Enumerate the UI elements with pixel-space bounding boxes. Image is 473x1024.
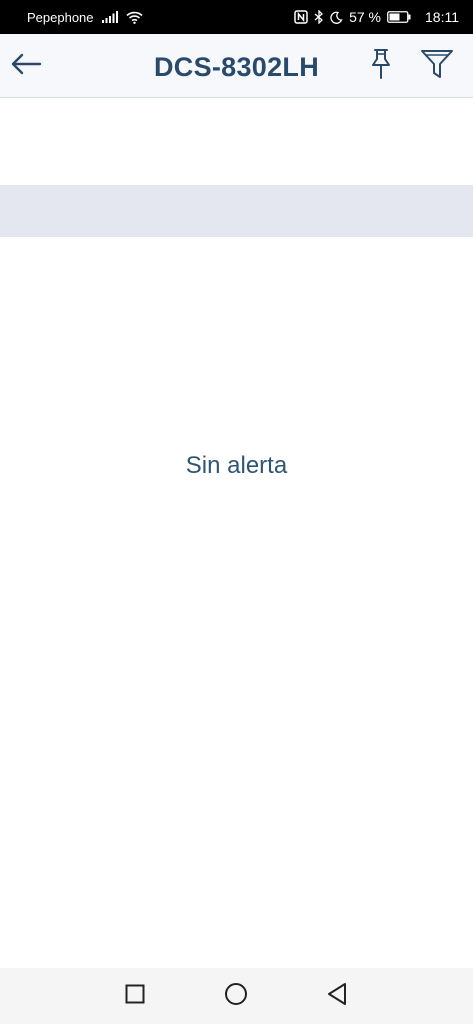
filter-button[interactable] [418, 48, 456, 84]
bluetooth-icon [314, 10, 324, 24]
funnel-icon [420, 48, 454, 85]
nav-back-button[interactable] [325, 982, 349, 1011]
wifi-icon [125, 11, 143, 24]
recent-apps-button[interactable] [123, 984, 147, 1008]
clock: 18:11 [425, 9, 459, 25]
square-icon [125, 984, 145, 1009]
home-button[interactable] [224, 982, 248, 1011]
app-header: DCS-8302LH [0, 34, 473, 98]
battery-icon [387, 11, 411, 23]
signal-icon [101, 11, 118, 23]
section-band [0, 185, 473, 237]
page-title: DCS-8302LH [153, 52, 320, 82]
nfc-icon [294, 10, 308, 24]
system-nav-bar [0, 968, 473, 1024]
pushpin-icon [369, 48, 393, 85]
triangle-back-icon [326, 982, 348, 1011]
battery-percent: 57 % [349, 9, 381, 25]
carrier-name: Pepephone [27, 9, 94, 25]
status-bar: Pepephone 57 % 18:11 [0, 0, 473, 34]
moon-icon [330, 11, 343, 24]
empty-state-message: Sin alerta [185, 452, 288, 479]
circle-icon [224, 982, 248, 1011]
pin-button[interactable] [364, 48, 398, 84]
